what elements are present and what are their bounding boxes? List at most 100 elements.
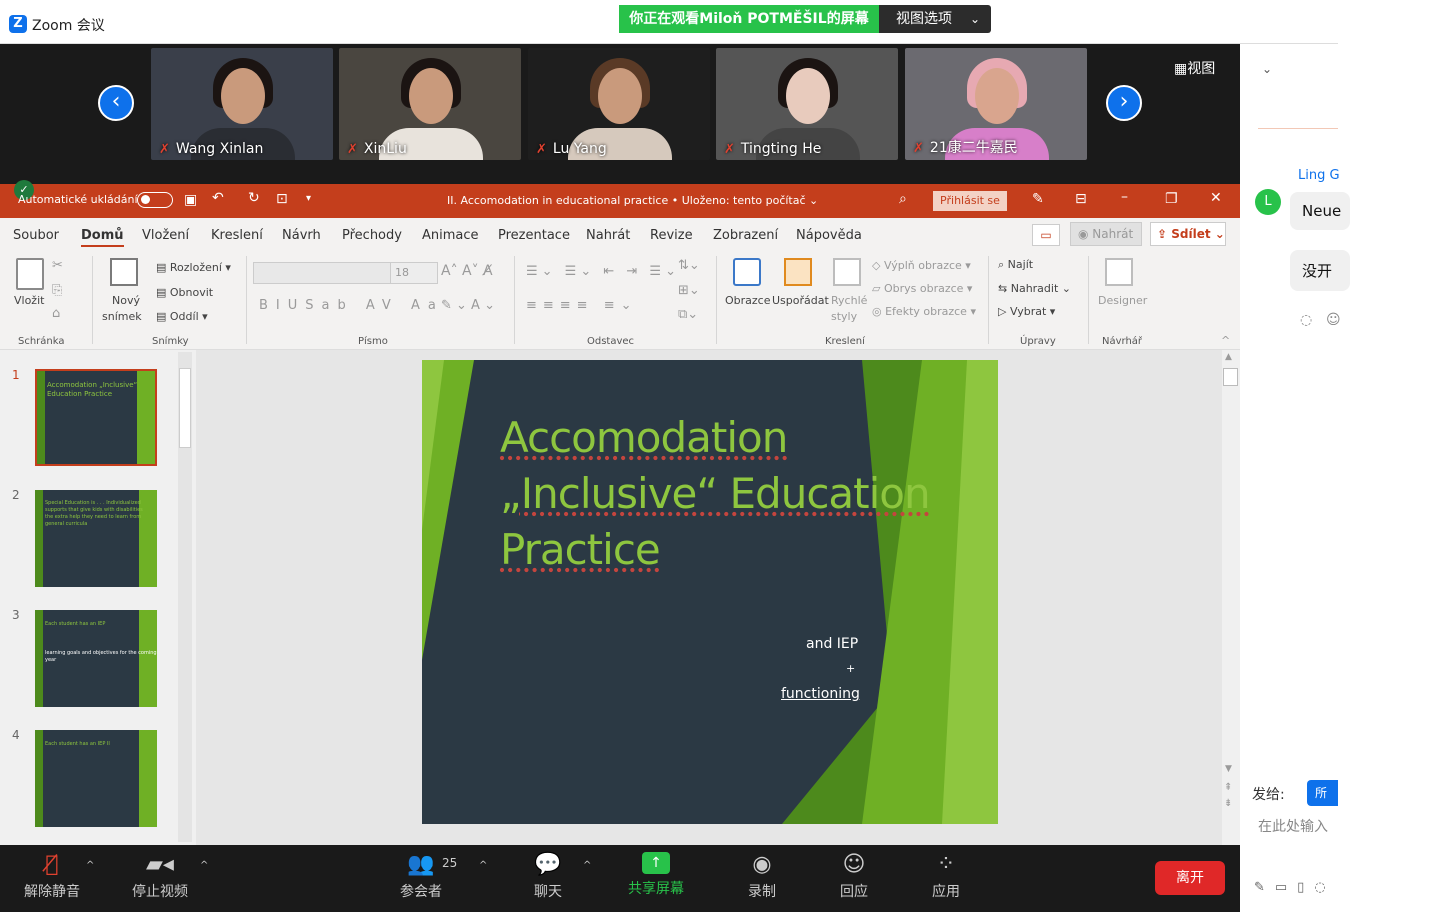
designer-button[interactable]: Designer (1098, 294, 1147, 307)
record-button[interactable]: ◉ 录制 (748, 852, 776, 901)
new-slide-label-2[interactable]: snímek (102, 310, 142, 323)
scroll-down-icon[interactable]: ▼ (1225, 764, 1232, 774)
comment-icon[interactable]: ▭ (1032, 224, 1060, 246)
video-tile[interactable]: ✗ 21康二牛嘉民 (905, 48, 1087, 160)
new-slide-label[interactable]: Nový (112, 294, 140, 307)
cut-icon[interactable]: ✂ (52, 258, 63, 273)
tab-domu[interactable]: Domů (81, 228, 124, 247)
tab-zobrazeni[interactable]: Zobrazení (713, 228, 778, 243)
paste-button[interactable]: Vložit (14, 294, 44, 307)
share-screen-button[interactable]: ↑ 共享屏幕 (628, 852, 684, 898)
apps-button[interactable]: ⁘ 应用 (932, 852, 960, 901)
slide-scroll-thumb[interactable] (1223, 368, 1238, 386)
tab-revize[interactable]: Revize (650, 228, 693, 243)
tab-prechody[interactable]: Přechody (342, 228, 402, 243)
replace-button[interactable]: ⇆ Nahradit ⌄ (998, 282, 1071, 295)
scroll-up-icon[interactable]: ▲ (1225, 352, 1232, 362)
align-icons[interactable]: ≡≡≡≡ ≡⌄ (526, 298, 638, 313)
share-button[interactable]: ⇪ Sdílet ⌄ (1150, 222, 1226, 246)
tab-napoveda[interactable]: Nápověda (796, 228, 862, 243)
video-tile[interactable]: ✗ Wang Xinlan (151, 48, 333, 160)
signin-button[interactable]: Přihlásit se (933, 191, 1007, 211)
prev-slide-icon[interactable]: ⇞ (1224, 782, 1232, 793)
tab-kresleni[interactable]: Kreslení (211, 228, 263, 243)
tab-vlozeni[interactable]: Vložení (142, 228, 189, 243)
video-tile[interactable]: ✗ XinLiu (339, 48, 521, 160)
present-icon[interactable]: ⊡ (276, 191, 288, 207)
video-tile[interactable]: ✗ Lu Yang (528, 48, 710, 160)
smartart-icon[interactable]: ⧉⌄ (678, 307, 698, 322)
emoji-icon[interactable]: ☺ (1326, 312, 1341, 328)
reply-icon[interactable]: ◌ (1300, 312, 1312, 328)
copy-icon[interactable]: ⎘ (52, 283, 62, 298)
tab-soubor[interactable]: Soubor (13, 228, 59, 243)
undo-icon[interactable]: ↶ (212, 190, 224, 206)
layout-button[interactable]: ▤ Rozložení ▾ (156, 261, 231, 274)
quick-styles-label-2[interactable]: styly (831, 310, 857, 323)
slide-subtitle-2[interactable]: functioning (781, 686, 860, 702)
shape-effects-button[interactable]: ◎ Efekty obrazce ▾ (872, 305, 976, 318)
chevron-down-icon[interactable]: ⌄ (1262, 62, 1272, 76)
tab-prezentace[interactable]: Prezentace (498, 228, 570, 243)
quick-styles-label[interactable]: Rychlé (831, 294, 867, 307)
next-page-button[interactable]: › (1106, 85, 1142, 121)
chat-options-icon[interactable]: ^ (583, 860, 591, 871)
format-painter-icon[interactable]: ⌂ (52, 306, 60, 321)
chat-tools-icons[interactable]: ✎▭▯◌ (1254, 880, 1336, 895)
record-button[interactable]: ◉ Nahrát (1070, 222, 1142, 246)
slide-thumbnail[interactable]: Accomodation „Inclusive“ Education Pract… (35, 369, 157, 466)
grow-font-icon[interactable]: A˄ A˅ A̸ (441, 263, 493, 279)
reactions-button[interactable]: ☺ 回应 (840, 852, 868, 901)
chat-button[interactable]: 💬 聊天 (534, 852, 562, 901)
designer-icon[interactable] (1105, 258, 1133, 286)
audio-options-icon[interactable]: ^ (86, 860, 94, 871)
view-button[interactable]: ▦视图 (1174, 58, 1215, 78)
select-button[interactable]: ▷ Vybrat ▾ (998, 305, 1055, 318)
document-title[interactable]: II. Accomodation in educational practice… (447, 194, 818, 207)
slide-thumbnail[interactable]: Special Education is . . . Individualize… (35, 490, 157, 587)
next-slide-icon[interactable]: ⇟ (1224, 798, 1232, 809)
shapes-icon[interactable] (733, 258, 761, 286)
quick-styles-icon[interactable] (833, 258, 861, 286)
text-direction-icon[interactable]: ⇅⌄ (678, 258, 700, 273)
shape-fill-button[interactable]: ◇ Výplň obrazce ▾ (872, 259, 971, 272)
font-format-icons[interactable]: BIUSab AV Aa (259, 298, 444, 313)
restore-icon[interactable]: ❐ (1165, 191, 1178, 207)
slide-thumbnail[interactable]: Each student has an IEP learning goals an… (35, 610, 157, 707)
send-to-select[interactable]: 所有 (1307, 780, 1338, 826)
tab-animace[interactable]: Animace (422, 228, 479, 243)
customize-icon[interactable]: ▾ (306, 193, 311, 204)
shapes-button[interactable]: Obrazce (725, 294, 771, 307)
slide-title[interactable]: Accomodation „Inclusive“ Education Pract… (500, 410, 931, 578)
font-size-select[interactable]: 18 (390, 262, 438, 284)
slide-subtitle[interactable]: and IEP (806, 636, 858, 652)
section-button[interactable]: ▤ Oddíl ▾ (156, 310, 208, 323)
redo-icon[interactable]: ↻ (248, 190, 260, 206)
autosave-toggle[interactable] (137, 192, 173, 208)
participants-button[interactable]: 👥 参会者 (400, 852, 442, 901)
thumbnail-scroll-thumb[interactable] (179, 368, 191, 448)
slide-thumbnail[interactable]: Each student has an IEP II (35, 730, 157, 827)
shape-outline-button[interactable]: ▱ Obrys obrazce ▾ (872, 282, 972, 295)
arrange-icon[interactable] (784, 258, 812, 286)
find-button[interactable]: ⌕ Najít (998, 258, 1033, 272)
video-tile[interactable]: ✗ Tingting He (716, 48, 898, 160)
list-icons[interactable]: ☰⌄ ☰⌄ ⇤ ⇥ ☰⌄ (526, 264, 680, 279)
highlight-icon[interactable]: ✎ ⌄ A ⌄ (441, 298, 495, 313)
close-icon[interactable]: ✕ (1210, 190, 1222, 206)
unmute-button[interactable]: 🎙̸ 解除静音 (24, 852, 80, 901)
leave-button[interactable]: 离开 (1155, 861, 1225, 895)
new-slide-icon[interactable] (110, 258, 138, 286)
video-options-icon[interactable]: ^ (200, 860, 208, 871)
prev-page-button[interactable]: ‹ (98, 85, 134, 121)
stop-video-button[interactable]: ▰◂ 停止视频 (132, 852, 188, 901)
tab-nahrat[interactable]: Nahrát (586, 228, 630, 243)
pen-icon[interactable]: ✎ (1032, 191, 1044, 207)
chevron-down-icon[interactable]: ⌄ (970, 5, 980, 33)
view-options-button[interactable]: 视图选项 (896, 5, 952, 33)
minimize-icon[interactable]: – (1121, 189, 1128, 205)
reset-button[interactable]: ▤ Obnovit (156, 286, 213, 299)
search-icon[interactable]: ⌕ (899, 191, 907, 207)
align-text-icon[interactable]: ⊞⌄ (678, 283, 700, 298)
collapse-ribbon-icon[interactable]: ^ (1221, 334, 1230, 347)
